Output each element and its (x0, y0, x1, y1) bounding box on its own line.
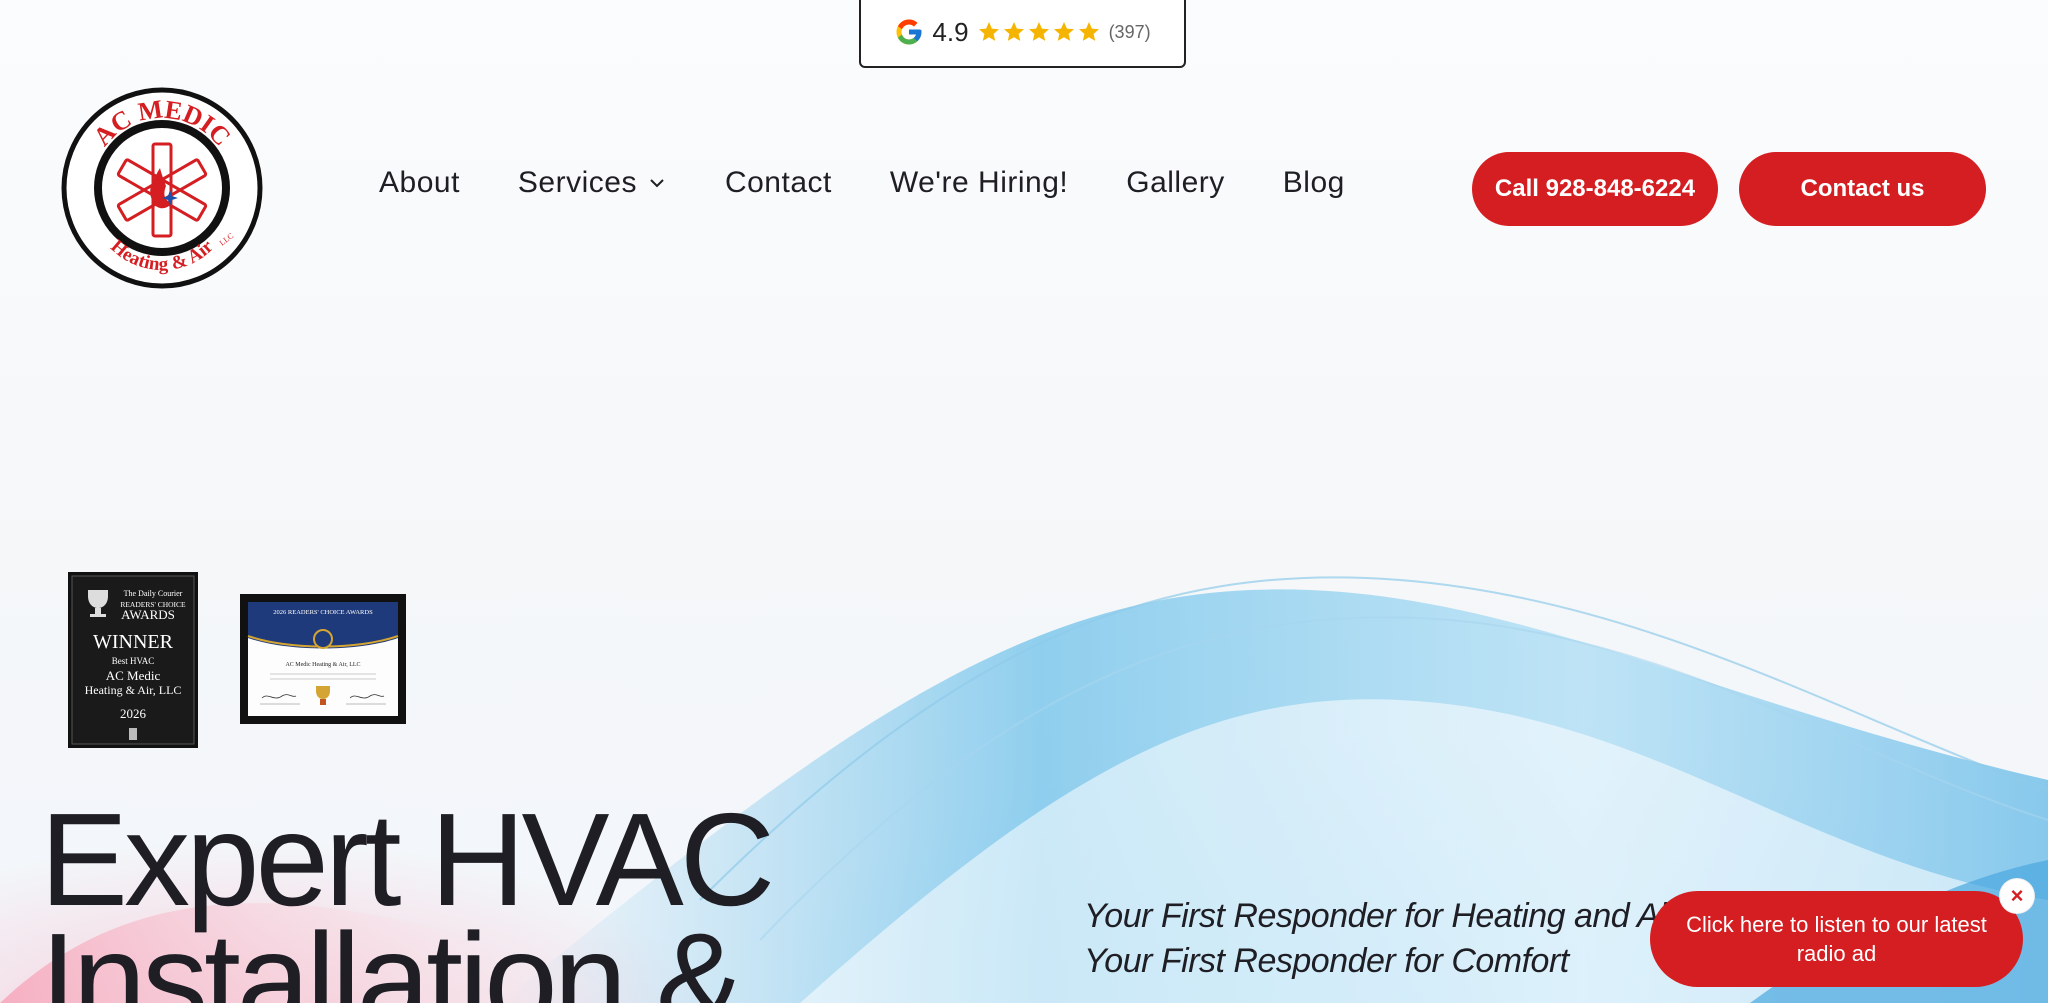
radio-ad-button[interactable]: Click here to listen to our latest radio… (1650, 891, 2023, 987)
svg-text:AC Medic: AC Medic (106, 668, 161, 683)
nav-item-contact[interactable]: Contact (725, 166, 832, 200)
svg-text:2026 READERS' CHOICE AWARDS: 2026 READERS' CHOICE AWARDS (273, 609, 373, 616)
contact-us-button[interactable]: Contact us (1739, 152, 1986, 226)
hero-tagline: Your First Responder for Heating and Air… (1084, 894, 1677, 984)
svg-text:2026: 2026 (120, 706, 147, 721)
svg-text:AC Medic Heating & Air, LLC: AC Medic Heating & Air, LLC (285, 662, 360, 668)
ac-medic-logo-icon: AC MEDIC Heating & Air LLC (61, 87, 263, 289)
svg-text:Heating & Air, LLC: Heating & Air, LLC (85, 683, 182, 697)
google-rating-badge[interactable]: 4.9 (397) (859, 0, 1186, 68)
trophy-plaque-image: The Daily Courier READERS' CHOICE AWARDS… (68, 572, 198, 748)
svg-text:AWARDS: AWARDS (121, 607, 175, 622)
star-icon (1078, 22, 1099, 41)
svg-text:WINNER: WINNER (93, 631, 174, 653)
nav-item-gallery[interactable]: Gallery (1126, 166, 1225, 200)
star-icon (1003, 22, 1024, 41)
main-nav: About Services Contact We're Hiring! Gallery… (379, 166, 1403, 200)
nav-item-label: About (379, 166, 460, 199)
rating-count: (397) (1108, 21, 1151, 42)
nav-item-we-re-hiring[interactable]: We're Hiring! (890, 166, 1068, 200)
call-button[interactable]: Call 928-848-6224 (1472, 152, 1718, 226)
nav-item-label: Services (517, 166, 637, 199)
nav-item-label: Gallery (1126, 166, 1225, 199)
nav-item-blog[interactable]: Blog (1283, 166, 1345, 200)
hero-title-line-2: Installation & (40, 906, 744, 1003)
svg-text:The Daily Courier: The Daily Courier (124, 589, 183, 598)
nav-item-label: We're Hiring! (889, 166, 1069, 199)
rating-score: 4.9 (932, 16, 969, 47)
google-g-icon (896, 19, 922, 45)
star-icon (978, 22, 999, 41)
tagline-line-2: Your First Responder for Comfort (1084, 942, 1569, 980)
nav-item-label: Contact (724, 166, 832, 199)
hero-title: Expert HVAC Installation & (40, 794, 775, 1003)
svg-text:Best HVAC: Best HVAC (112, 656, 155, 666)
chevron-down-icon (650, 179, 664, 188)
star-icon (1028, 22, 1049, 41)
nav-item-services[interactable]: Services (518, 166, 667, 200)
close-icon[interactable]: × (2000, 879, 2034, 913)
readers-choice-plaque: The Daily Courier READERS' CHOICE AWARDS… (68, 572, 198, 748)
rating-stars (977, 20, 1101, 44)
star-icon (1053, 22, 1074, 41)
nav-item-about[interactable]: About (379, 166, 460, 200)
certificate-image: 2026 READERS' CHOICE AWARDS AC Medic Hea… (240, 594, 406, 724)
readers-choice-certificate: 2026 READERS' CHOICE AWARDS AC Medic Hea… (240, 594, 406, 724)
tagline-line-1: Your First Responder for Heating and Air (1084, 897, 1677, 935)
nav-item-label: Blog (1282, 166, 1345, 199)
company-logo[interactable]: AC MEDIC Heating & Air LLC (60, 86, 265, 291)
